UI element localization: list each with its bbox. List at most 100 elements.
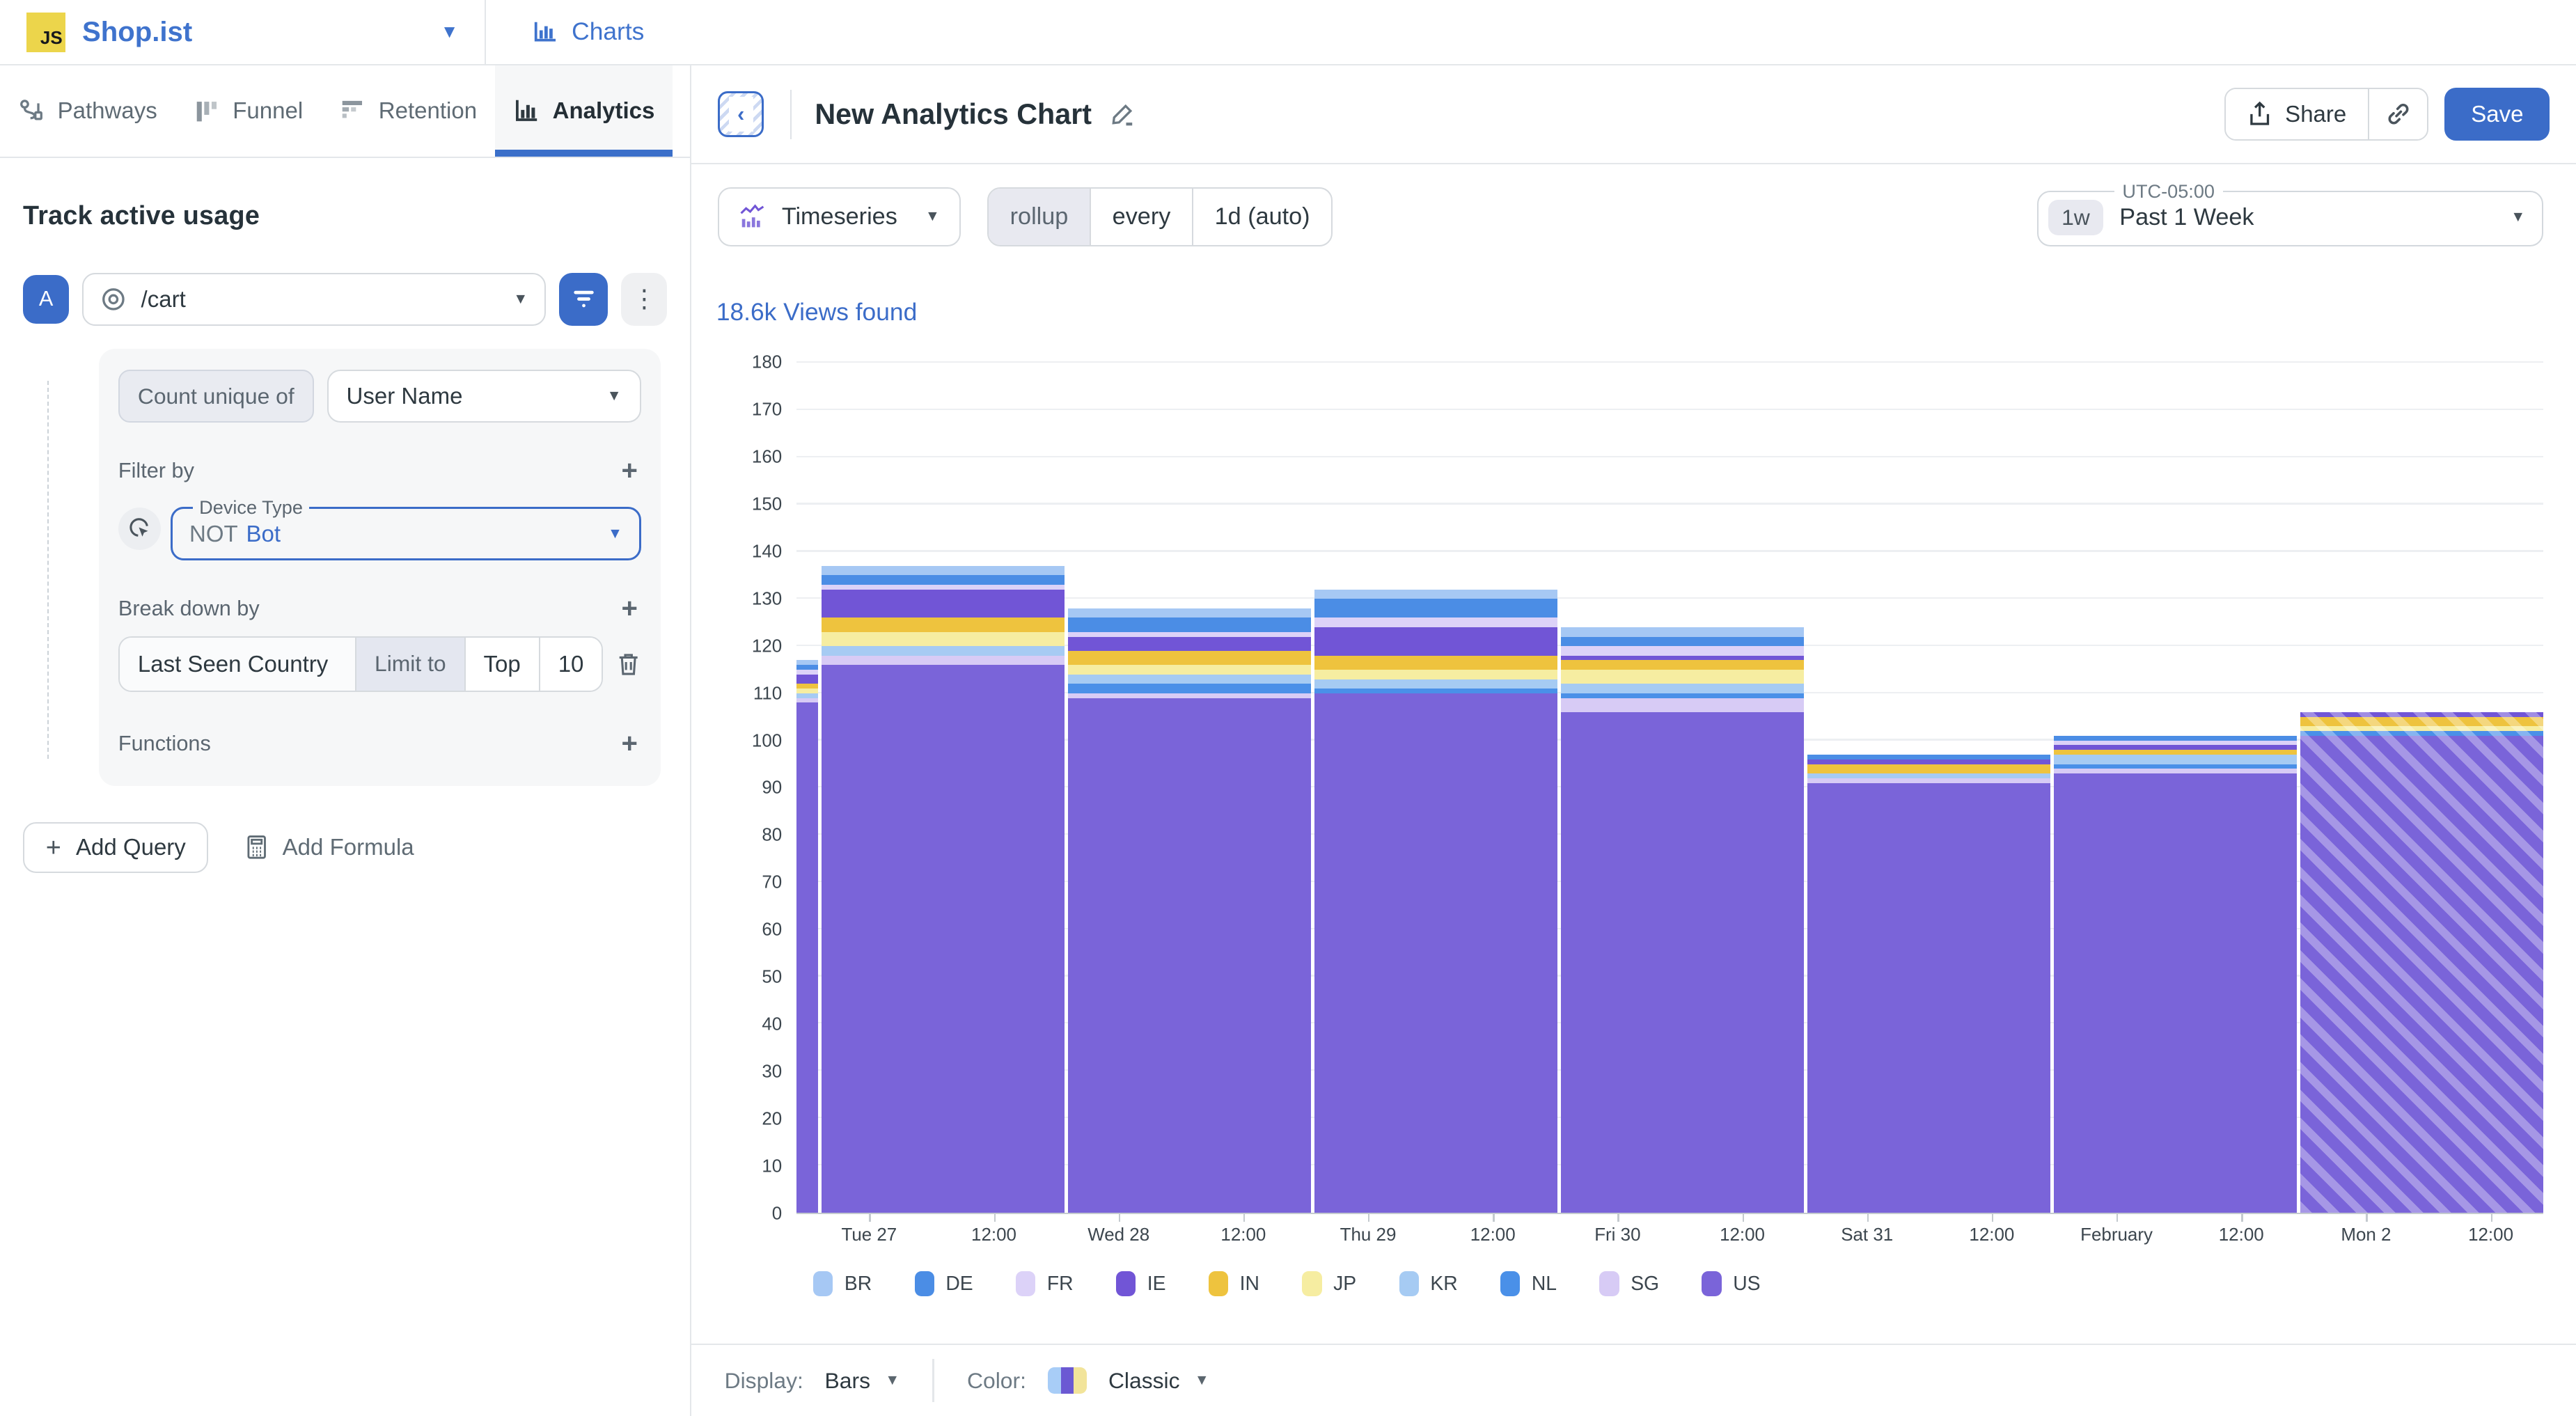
segment-de[interactable] bbox=[1561, 637, 1804, 647]
legend-item-ie[interactable]: IE bbox=[1116, 1271, 1166, 1296]
segment-de[interactable] bbox=[1314, 599, 1557, 617]
bar-mon-2[interactable] bbox=[2300, 712, 2543, 1213]
segment-nl[interactable] bbox=[2054, 764, 2297, 769]
segment-us[interactable] bbox=[1068, 698, 1311, 1213]
segment-in[interactable] bbox=[2300, 717, 2543, 727]
project-switcher[interactable]: JS Shop.ist ▼ bbox=[0, 13, 485, 52]
legend-item-kr[interactable]: KR bbox=[1399, 1271, 1458, 1296]
segment-ie[interactable] bbox=[822, 590, 1065, 618]
segment-kr[interactable] bbox=[1807, 773, 2050, 778]
segment-nl[interactable] bbox=[1314, 689, 1557, 693]
segment-kr[interactable] bbox=[822, 646, 1065, 656]
limit-direction[interactable]: Top bbox=[466, 638, 540, 691]
add-formula-button[interactable]: Add Formula bbox=[244, 834, 414, 860]
query-options-button[interactable]: ⋮ bbox=[621, 273, 667, 326]
segment-jp[interactable] bbox=[1561, 670, 1804, 684]
segment-fr[interactable] bbox=[2054, 741, 2297, 746]
copy-link-button[interactable] bbox=[2368, 89, 2427, 139]
segment-sg[interactable] bbox=[2054, 769, 2297, 773]
segment-ie[interactable] bbox=[1561, 656, 1804, 661]
bar-wed-28[interactable] bbox=[1068, 608, 1311, 1213]
breakdown-property[interactable]: Last Seen Country bbox=[120, 638, 355, 691]
aggregation-chip[interactable]: Count unique of bbox=[118, 370, 314, 423]
segment-kr[interactable] bbox=[796, 693, 818, 698]
legend-item-sg[interactable]: SG bbox=[1599, 1271, 1659, 1296]
segment-de[interactable] bbox=[2054, 736, 2297, 741]
limit-to-chip[interactable]: Limit to bbox=[355, 638, 466, 691]
segment-kr[interactable] bbox=[2054, 755, 2297, 764]
every-segment[interactable]: every bbox=[1090, 189, 1192, 245]
segment-nl[interactable] bbox=[1561, 693, 1804, 698]
share-button[interactable]: Share bbox=[2226, 89, 2368, 139]
collapse-sidebar-button[interactable]: ‹ bbox=[718, 91, 764, 137]
tab-retention[interactable]: Retention bbox=[321, 65, 495, 156]
segment-ie[interactable] bbox=[1068, 637, 1311, 651]
segment-fr[interactable] bbox=[1314, 617, 1557, 627]
segment-sg[interactable] bbox=[1068, 693, 1311, 698]
segment-fr[interactable] bbox=[796, 670, 818, 675]
segment-in[interactable] bbox=[1314, 656, 1557, 670]
limit-value[interactable]: 10 bbox=[540, 638, 602, 691]
bar-sat-31[interactable] bbox=[1807, 755, 2050, 1213]
segment-kr[interactable] bbox=[1561, 684, 1804, 693]
date-range-select[interactable]: UTC-05:00 1w Past 1 Week ▼ bbox=[2037, 180, 2543, 246]
bars-container[interactable] bbox=[796, 363, 2543, 1212]
segment-br[interactable] bbox=[1314, 590, 1557, 599]
segment-ie[interactable] bbox=[1807, 760, 2050, 764]
segment-ie[interactable] bbox=[1314, 627, 1557, 656]
segment-fr[interactable] bbox=[822, 585, 1065, 590]
segment-in[interactable] bbox=[796, 684, 818, 689]
legend-item-fr[interactable]: FR bbox=[1016, 1271, 1074, 1296]
segment-us[interactable] bbox=[1561, 712, 1804, 1213]
filter-device-type[interactable]: Device Type NOT Bot ▼ bbox=[171, 496, 641, 560]
add-breakdown-button[interactable]: + bbox=[621, 593, 641, 624]
event-select[interactable]: /cart ▼ bbox=[82, 273, 546, 326]
segment-fr[interactable] bbox=[1068, 632, 1311, 637]
legend-item-us[interactable]: US bbox=[1702, 1271, 1760, 1296]
legend-item-br[interactable]: BR bbox=[813, 1271, 872, 1296]
legend-item-in[interactable]: IN bbox=[1209, 1271, 1259, 1296]
segment-ie[interactable] bbox=[796, 675, 818, 684]
segment-ie[interactable] bbox=[2300, 712, 2543, 717]
segment-de[interactable] bbox=[1807, 755, 2050, 760]
segment-jp[interactable] bbox=[796, 689, 818, 693]
chart-type-select[interactable]: Timeseries ▼ bbox=[718, 187, 961, 246]
segment-br[interactable] bbox=[822, 566, 1065, 576]
add-function-button[interactable]: + bbox=[621, 728, 641, 760]
delete-breakdown-icon[interactable] bbox=[616, 651, 641, 677]
segment-sg[interactable] bbox=[1807, 778, 2050, 783]
interval-segment[interactable]: 1d (auto) bbox=[1192, 189, 1331, 245]
bar-thu-29[interactable] bbox=[1314, 590, 1557, 1213]
add-filter-button[interactable]: + bbox=[621, 455, 641, 487]
segment-in[interactable] bbox=[1561, 660, 1804, 670]
legend-item-de[interactable]: DE bbox=[915, 1271, 973, 1296]
add-query-button[interactable]: + Add Query bbox=[23, 822, 208, 873]
segment-in[interactable] bbox=[1807, 764, 2050, 774]
segment-jp[interactable] bbox=[822, 632, 1065, 646]
segment-us[interactable] bbox=[796, 702, 818, 1212]
segment-br[interactable] bbox=[1068, 608, 1311, 618]
tab-pathways[interactable]: Pathways bbox=[0, 65, 175, 156]
bar-fri-30[interactable] bbox=[1561, 627, 1804, 1213]
inline-filter-button[interactable] bbox=[559, 273, 608, 326]
segment-br[interactable] bbox=[796, 660, 818, 665]
segment-us[interactable] bbox=[1807, 783, 2050, 1213]
segment-us[interactable] bbox=[2300, 736, 2543, 1213]
color-select[interactable]: Classic ▼ bbox=[1108, 1368, 1209, 1394]
segment-de[interactable] bbox=[1068, 617, 1311, 631]
bar-tue-27[interactable] bbox=[822, 566, 1065, 1213]
segment-in[interactable] bbox=[1068, 651, 1311, 665]
segment-fr[interactable] bbox=[1561, 646, 1804, 656]
segment-sg[interactable] bbox=[796, 698, 818, 703]
segment-kr[interactable] bbox=[1068, 675, 1311, 684]
segment-nl[interactable] bbox=[2300, 731, 2543, 736]
bar-mon-26-partial-[interactable] bbox=[796, 660, 818, 1212]
rollup-segment[interactable]: rollup bbox=[989, 189, 1090, 245]
segment-in[interactable] bbox=[822, 617, 1065, 631]
legend-item-jp[interactable]: JP bbox=[1302, 1271, 1356, 1296]
segment-jp[interactable] bbox=[1314, 670, 1557, 679]
save-button[interactable]: Save bbox=[2444, 88, 2550, 141]
segment-br[interactable] bbox=[1561, 627, 1804, 637]
nav-charts[interactable]: Charts bbox=[486, 18, 690, 46]
segment-in[interactable] bbox=[2054, 750, 2297, 755]
